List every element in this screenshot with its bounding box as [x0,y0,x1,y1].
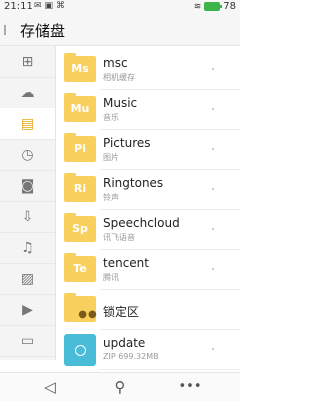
folder-abbr: Ms [71,62,89,75]
sidebar-item-download[interactable]: ⇩ [0,201,55,233]
battery-level: 78 [223,1,236,12]
download-icon: ⇩ [21,208,34,225]
search-icon[interactable]: ⚲ [105,376,135,398]
battery-icon [204,2,223,11]
folder-icon: Ri [64,173,96,202]
sidebar: ⊞ ☁ ▤ ◷ ◙ ⇩ ♫ ▨ ▶ ▭ [0,46,56,360]
folder-icon: Te [64,253,96,282]
music-icon: ♫ [21,239,34,256]
more-dot-icon[interactable] [212,148,214,150]
cloud-icon: ☁ [20,84,35,101]
file-row-music[interactable]: Mu Music 音乐 [56,90,240,130]
wifi-icon: ≋ [193,1,202,12]
sidebar-item-camera[interactable]: ◙ [0,170,55,202]
drawer-handle-icon[interactable] [4,25,6,35]
sidebar-item-category[interactable]: ⊞ [0,46,55,78]
camera-icon: ◙ [20,177,35,194]
more-dot-icon[interactable] [212,188,214,190]
document-icon: ▭ [20,332,35,349]
app-header: 存储盘 [0,15,240,46]
file-subtitle: 铃声 [103,193,119,202]
file-row-pictures[interactable]: Pi Pictures 图片 [56,130,240,170]
folder-abbr: Pi [74,142,86,155]
file-row-locked[interactable]: ●● 锁定区 [56,290,240,330]
clock: 21:11 [4,1,33,12]
category-icon: ⊞ [21,53,34,70]
file-name: tencent [103,256,149,270]
folder-icon: Mu [64,93,96,122]
folder-icon: Ms [64,53,96,82]
file-subtitle: 腾讯 [103,273,119,282]
file-subtitle: 图片 [103,153,119,162]
status-right: ≋ 78 [194,1,236,12]
file-name: update [103,336,146,350]
folder-abbr: Sp [72,222,88,235]
folder-abbr: Te [73,262,87,275]
folder-abbr: Ri [73,182,87,195]
more-dot-icon[interactable] [212,348,214,350]
file-subtitle: 讯飞语音 [103,233,135,242]
sidebar-item-storage[interactable]: ▤ [0,108,55,140]
sidebar-item-video[interactable]: ▶ [0,294,55,326]
file-subtitle: 相机缓存 [103,73,135,82]
more-dot-icon[interactable] [212,268,214,270]
file-name: Ringtones [103,176,164,190]
glasses-icon: ●● [78,309,98,320]
sidebar-item-cloud[interactable]: ☁ [0,77,55,109]
file-subtitle: ZIP 699.32MB [103,352,159,361]
file-name: 锁定区 [103,305,140,319]
status-bar: 21:11 ✉▣⌘ ≋ 78 [0,0,240,15]
back-icon[interactable]: ◁ [35,376,65,398]
recent-icon: ◷ [21,146,34,163]
notification-icons: ✉▣⌘ [34,1,69,11]
sidebar-item-image[interactable]: ▨ [0,263,55,295]
file-name: Pictures [103,136,151,150]
sidebar-item-recent[interactable]: ◷ [0,139,55,171]
folder-icon: Sp [64,213,96,242]
more-dot-icon[interactable] [212,228,214,230]
file-row-speechcloud[interactable]: Sp Speechcloud 讯飞语音 [56,210,240,250]
locked-folder-icon: ●● [64,293,97,322]
file-name: msc [103,56,128,70]
more-dot-icon[interactable] [212,68,214,70]
file-row-ringtones[interactable]: Ri Ringtones 铃声 [56,170,240,210]
file-row-msc[interactable]: Ms msc 相机缓存 [56,50,240,90]
file-list: Ms msc 相机缓存 Mu Music 音乐 Pi Pictures 图片 R… [56,46,240,376]
file-name: Speechcloud [103,216,180,230]
video-icon: ▶ [22,301,33,318]
sidebar-item-music[interactable]: ♫ [0,232,55,264]
more-icon[interactable]: ••• [175,376,205,398]
folder-abbr: Mu [70,102,90,115]
storage-icon: ▤ [20,115,35,132]
image-icon: ▨ [20,270,35,287]
page-title: 存储盘 [20,22,66,40]
bottom-bar: ◁ ⚲ ••• [0,372,240,401]
folder-icon: Pi [64,133,96,162]
file-name: Music [103,96,138,110]
file-row-update[interactable]: update ZIP 699.32MB [56,330,240,370]
more-dot-icon[interactable] [212,108,214,110]
file-row-tencent[interactable]: Te tencent 腾讯 [56,250,240,290]
file-subtitle: 音乐 [103,113,119,122]
sidebar-item-document[interactable]: ▭ [0,325,55,357]
zip-file-icon [64,334,96,366]
